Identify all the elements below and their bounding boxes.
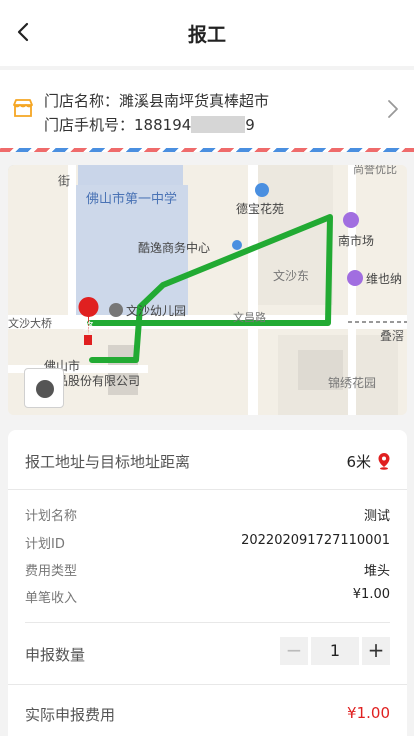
quantity-stepper: − 1 + <box>280 637 390 665</box>
store-phone-prefix: 188194 <box>134 116 192 134</box>
map-label-top-right: 尚誉优比 <box>353 165 397 176</box>
map-label-market: 南市场 <box>338 233 374 248</box>
store-name: 濉溪县南坪货真棒超市 <box>119 92 270 110</box>
quantity-input[interactable]: 1 <box>311 637 359 665</box>
map-label-kindergarten: 文沙幼儿园 <box>126 303 186 318</box>
map-label-garden: 德宝花苑 <box>236 201 284 216</box>
location-pin-icon <box>378 453 390 470</box>
unit-income-label: 单笔收入 <box>25 591 78 606</box>
nav-bar: 报工 <box>0 0 414 66</box>
chevron-right-icon <box>388 100 398 118</box>
increment-button[interactable]: + <box>362 637 390 665</box>
report-details-card: 报工地址与目标地址距离 6米 计划名称 测试 计划ID 202202091727… <box>8 430 407 736</box>
page-title: 报工 <box>187 24 226 46</box>
store-name-line: 门店名称：濉溪县南坪货真棒超市 <box>44 90 269 111</box>
store-icon <box>13 99 33 117</box>
store-phone-label: 门店手机号： <box>44 116 135 134</box>
distance-label: 报工地址与目标地址距离 <box>25 453 191 471</box>
fee-type-row: 费用类型 堆头 <box>25 560 390 580</box>
locate-dot-icon <box>36 380 54 398</box>
end-marker-label: 终 <box>83 319 94 333</box>
store-info-card[interactable]: 门店名称：濉溪县南坪货真棒超市 门店手机号：188194 9 <box>0 70 414 148</box>
quantity-label: 申报数量 <box>25 646 86 664</box>
plan-id-label: 计划ID <box>25 537 65 552</box>
map-label-weiyena: 维也纳 <box>366 272 402 286</box>
map-label-business: 酷逸商务中心 <box>138 240 210 255</box>
actual-fee-label: 实际申报费用 <box>25 706 116 724</box>
unit-income-value: ¥1.00 <box>352 587 390 602</box>
poi-garden-icon <box>255 183 269 197</box>
map-canvas: 佛山市第一中学 德宝花苑 酷逸商务中心 南市场 文沙东 维也纳 文沙幼儿园 文沙… <box>8 165 407 415</box>
unit-income-row: 单笔收入 ¥1.00 <box>25 587 390 607</box>
distance-row: 报工地址与目标地址距离 6米 <box>8 430 407 490</box>
locate-button[interactable] <box>24 368 64 408</box>
store-phone-suffix: 9 <box>245 116 255 134</box>
plan-name-value: 测试 <box>363 509 390 524</box>
poi-kindergarten-icon <box>109 303 123 317</box>
store-phone-line: 门店手机号：188194 9 <box>44 114 255 135</box>
route-map[interactable]: 佛山市第一中学 德宝花苑 酷逸商务中心 南市场 文沙东 维也纳 文沙幼儿园 文沙… <box>8 165 407 415</box>
plan-name-label: 计划名称 <box>25 509 78 524</box>
decrement-button[interactable]: − <box>280 637 308 665</box>
plan-id-row: 计划ID 20220209172711000​1 <box>25 533 390 553</box>
actual-fee-row: 实际申报费用 ¥1.00 <box>8 686 407 736</box>
quantity-row: 申报数量 − 1 + <box>8 623 407 685</box>
poi-market-icon <box>343 212 359 228</box>
map-label-jinxiu: 锦绣花园 <box>328 375 376 390</box>
plan-name-row: 计划名称 测试 <box>25 505 390 525</box>
actual-fee-value: ¥1.00 <box>347 704 390 722</box>
map-label-school: 佛山市第一中学 <box>86 191 177 207</box>
store-name-label: 门店名称： <box>44 92 120 110</box>
fee-type-value: 堆头 <box>363 564 390 579</box>
envelope-stripe-divider <box>0 148 414 152</box>
poi-hotel-icon <box>347 270 363 286</box>
map-label-diejiao: 叠滘 <box>380 329 404 343</box>
fee-type-label: 费用类型 <box>25 564 78 579</box>
poi-business-icon <box>232 240 242 250</box>
map-label-company-2: 品股份有限公司 <box>56 374 140 388</box>
map-label-bridge: 文沙大桥 <box>8 316 52 330</box>
map-label-street: 街 <box>58 174 70 188</box>
map-label-wenshadong: 文沙东 <box>273 268 309 283</box>
map-label-road: 文昌路 <box>233 310 266 324</box>
plan-id-value: 20220209172711000​1 <box>241 533 390 548</box>
phone-mask <box>191 116 246 133</box>
distance-value: 6米 <box>346 453 371 471</box>
